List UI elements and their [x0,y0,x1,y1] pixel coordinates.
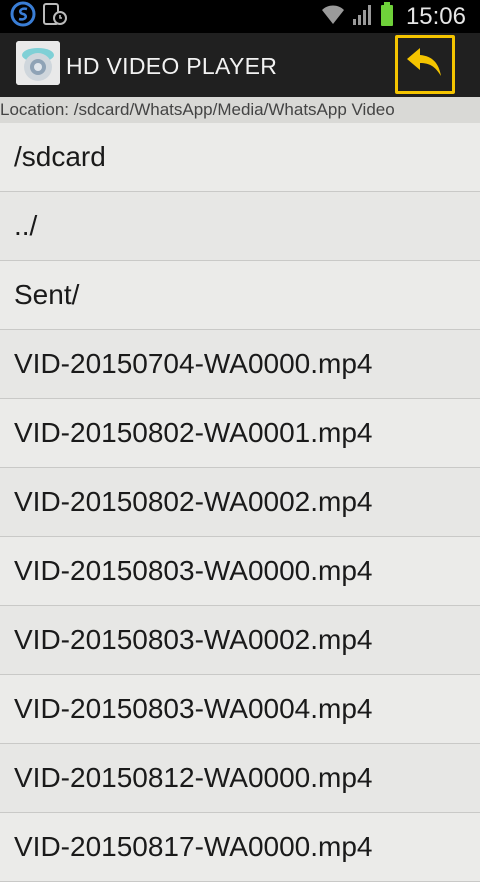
status-time: 15:06 [405,2,466,30]
file-list-item[interactable]: /sdcard [0,123,480,192]
status-right-icons: 15:06 [320,2,466,31]
back-button[interactable] [395,35,455,94]
file-list-item[interactable]: VID-20150803-WA0002.mp4 [0,606,480,675]
location-path: Location: /sdcard/WhatsApp/Media/WhatsAp… [0,97,480,123]
file-list-item[interactable]: ../ [0,192,480,261]
file-list-item[interactable]: VID-20150802-WA0001.mp4 [0,399,480,468]
battery-icon [380,1,394,32]
wifi-icon [320,2,346,31]
file-list-item[interactable]: VID-20150817-WA0000.mp4 [0,813,480,882]
status-bar: 15:06 [0,0,480,33]
reply-arrow-icon [405,45,445,84]
file-list-item[interactable]: Sent/ [0,261,480,330]
file-list: /sdcard ../ Sent/ VID-20150704-WA0000.mp… [0,123,480,882]
action-bar: HD VIDEO PLAYER [0,33,480,97]
file-list-item[interactable]: VID-20150803-WA0000.mp4 [0,537,480,606]
file-list-item[interactable]: VID-20150704-WA0000.mp4 [0,330,480,399]
samsung-s-icon [10,1,36,32]
file-list-item[interactable]: VID-20150803-WA0004.mp4 [0,675,480,744]
app-title: HD VIDEO PLAYER [66,53,278,79]
tablet-clock-icon [42,1,68,32]
signal-icon [352,2,374,31]
file-list-item[interactable]: VID-20150812-WA0000.mp4 [0,744,480,813]
status-left-icons [10,1,68,32]
file-list-item[interactable]: VID-20150802-WA0002.mp4 [0,468,480,537]
app-logo-icon [16,41,60,85]
